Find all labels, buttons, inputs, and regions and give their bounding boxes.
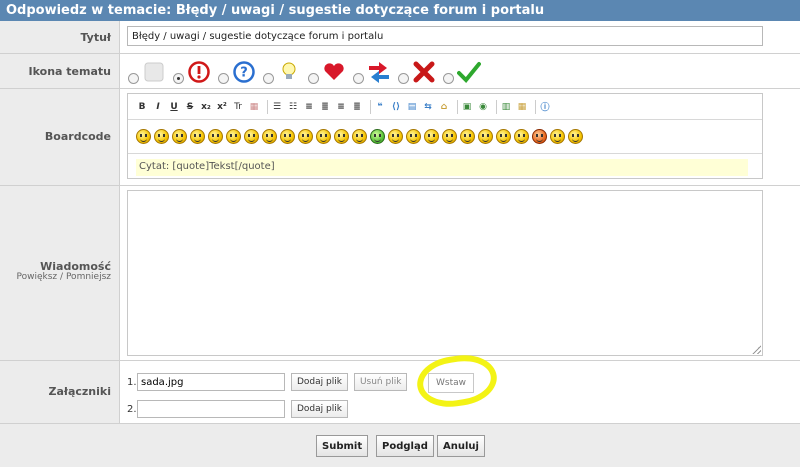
quote-icon[interactable]: ❝ (374, 101, 386, 113)
calendar-icon[interactable]: ▦ (516, 101, 528, 113)
message-textarea[interactable] (127, 190, 763, 356)
help-icon[interactable]: ⓘ (539, 101, 551, 113)
icon-radio-lightbulb[interactable] (263, 72, 274, 84)
smiley-icon[interactable] (190, 129, 205, 144)
icon-radio-x[interactable] (398, 72, 409, 84)
smiley-icon[interactable] (478, 129, 493, 144)
smiley-icon[interactable] (442, 129, 457, 144)
smiley-icon[interactable] (262, 129, 277, 144)
title-input[interactable] (127, 26, 763, 46)
smiley-icon[interactable] (208, 129, 223, 144)
heart-icon (322, 60, 346, 84)
form-footer: Submit Podgląd Anuluj (0, 424, 800, 467)
bold-button[interactable]: B (136, 101, 148, 113)
flash-icon[interactable]: ▥ (500, 101, 512, 113)
smiley-icon[interactable] (406, 129, 421, 144)
swap-icon[interactable]: ⇆ (422, 101, 434, 113)
icon-row: Ikona tematu ? (0, 54, 800, 89)
smiley-icon[interactable] (244, 129, 259, 144)
exclamation-icon (187, 60, 211, 84)
title-label: Tytuł (80, 31, 111, 44)
title-row: Tytuł (0, 21, 800, 54)
smiley-icon[interactable] (226, 129, 241, 144)
boardcode-row: Boardcode B I U S x₂ x² Tr ▦ ☰ ☷ ≡ ≣ ≡ ≣… (0, 89, 800, 186)
attachment-file-input[interactable] (137, 373, 285, 391)
underline-button[interactable]: U (168, 101, 180, 113)
subscript-button[interactable]: x₂ (200, 101, 212, 113)
blank-icon (142, 60, 166, 84)
smiley-icon[interactable] (298, 129, 313, 144)
remove-file-button[interactable]: Usuń plik (353, 373, 408, 391)
page-title: Odpowiedz w temacie: Błędy / uwagi / sug… (0, 0, 800, 21)
preview-button[interactable]: Podgląd (376, 435, 434, 457)
smiley-icon[interactable] (568, 129, 583, 144)
bbcode-hint: Cytat: [quote]Tekst[/quote] (136, 159, 748, 176)
arrows-icon (367, 60, 391, 84)
zoom-links: Powiększ / Pomniejsz (16, 272, 111, 282)
italic-button[interactable]: I (152, 101, 164, 113)
smiley-icon[interactable] (136, 129, 151, 144)
topic-icon-picker: ? (125, 60, 485, 84)
attachments-row: Załączniki 1. Dodaj plik Usuń plik Wstaw… (0, 350, 800, 424)
smiley-icon[interactable] (460, 129, 475, 144)
superscript-button[interactable]: x² (216, 101, 228, 113)
globe-icon[interactable]: ◉ (477, 101, 489, 113)
question-icon: ? (232, 60, 256, 84)
smiley-icon[interactable] (532, 129, 547, 144)
align-center-icon[interactable]: ≡ (335, 101, 347, 113)
smiley-icon[interactable] (370, 129, 385, 144)
link-icon[interactable]: ▣ (461, 101, 473, 113)
add-file-button[interactable]: Dodaj plik (291, 373, 348, 391)
cancel-button[interactable]: Anuluj (437, 435, 485, 457)
icon-radio-heart[interactable] (308, 72, 319, 84)
attachments-label: Załączniki (48, 385, 111, 398)
attachment-row-2: 2. Dodaj plik (127, 400, 354, 418)
bullet-list-icon[interactable]: ≡ (303, 101, 315, 113)
add-file-button[interactable]: Dodaj plik (291, 400, 348, 418)
smiley-icon[interactable] (514, 129, 529, 144)
message-row: Wiadomość Powiększ / Pomniejsz (0, 186, 800, 361)
icon-radio-arrows[interactable] (353, 72, 364, 84)
boardcode-label: Boardcode (44, 130, 111, 143)
align-left-icon[interactable]: ≣ (319, 101, 331, 113)
icon-radio-question[interactable] (218, 72, 229, 84)
attachment-file-input[interactable] (137, 400, 285, 418)
code-icon[interactable]: ⟨⟩ (390, 101, 402, 113)
table-icon[interactable]: ▤ (406, 101, 418, 113)
ordered-list-icon[interactable]: ☷ (287, 101, 299, 113)
smiley-icon[interactable] (316, 129, 331, 144)
attachment-row-1: 1. Dodaj plik Usuń plik (127, 373, 413, 391)
smiley-icon[interactable] (172, 129, 187, 144)
bbcode-toolbar: B I U S x₂ x² Tr ▦ ☰ ☷ ≡ ≣ ≡ ≣ ❝ ⟨⟩ ▤ ⇆ (128, 94, 762, 120)
smiley-icon[interactable] (388, 129, 403, 144)
smiley-icon[interactable] (424, 129, 439, 144)
smiley-icon[interactable] (496, 129, 511, 144)
strike-button[interactable]: S (184, 101, 196, 113)
smiley-icon[interactable] (154, 129, 169, 144)
smiley-icon[interactable] (550, 129, 565, 144)
color-button[interactable]: ▦ (248, 101, 260, 113)
boardcode-editor: B I U S x₂ x² Tr ▦ ☰ ☷ ≡ ≣ ≡ ≣ ❝ ⟨⟩ ▤ ⇆ (127, 93, 763, 179)
image-icon[interactable]: ⌂ (438, 101, 450, 113)
svg-text:?: ? (240, 66, 248, 81)
icon-radio-exclamation[interactable] (173, 72, 184, 84)
red-x-icon (412, 60, 436, 84)
list-icon[interactable]: ☰ (271, 101, 283, 113)
icon-radio-check[interactable] (443, 72, 454, 84)
submit-button[interactable]: Submit (316, 435, 369, 457)
zoom-in-link[interactable]: Powiększ (17, 272, 58, 282)
resize-grip-icon[interactable] (752, 345, 761, 354)
icon-label: Ikona tematu (28, 65, 111, 78)
smiley-icon[interactable] (280, 129, 295, 144)
smiley-bar (128, 120, 762, 154)
smiley-icon[interactable] (352, 129, 367, 144)
zoom-out-link[interactable]: Pomniejsz (66, 272, 111, 282)
checkmark-icon (457, 60, 481, 84)
smiley-icon[interactable] (334, 129, 349, 144)
align-right-icon[interactable]: ≣ (351, 101, 363, 113)
icon-radio-none[interactable] (128, 72, 139, 84)
teletype-button[interactable]: Tr (232, 101, 244, 113)
lightbulb-icon (277, 60, 301, 84)
